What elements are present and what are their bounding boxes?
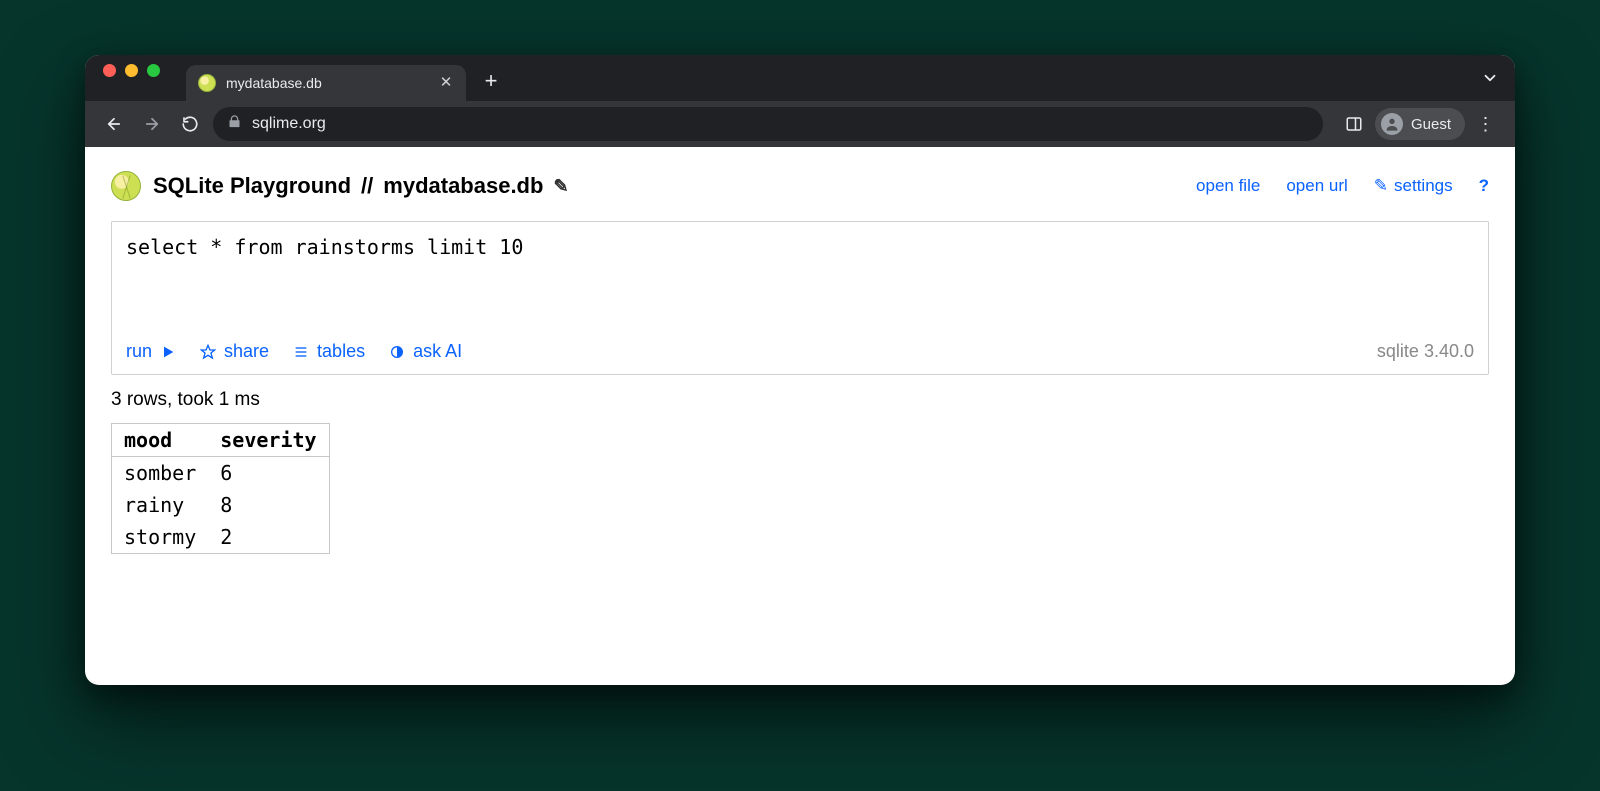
share-button[interactable]: share [200, 341, 269, 362]
window-close-button[interactable] [103, 64, 116, 77]
sqlite-version: sqlite 3.40.0 [1377, 341, 1474, 362]
browser-window: mydatabase.db ✕ + sqlime.or [85, 55, 1515, 685]
editor-actions: run share tables ask AI s [112, 337, 1488, 374]
browser-toolbar: sqlime.org Guest ⋮ [85, 101, 1515, 147]
tab-strip: mydatabase.db ✕ + [85, 55, 1515, 101]
window-zoom-button[interactable] [147, 64, 160, 77]
ask-ai-label: ask AI [413, 341, 462, 362]
arrow-left-icon [105, 115, 123, 133]
table-header-row: mood severity [112, 424, 330, 457]
db-name: mydatabase.db [383, 173, 543, 199]
column-header: severity [208, 424, 329, 457]
star-icon [200, 344, 216, 360]
app-logo-icon [111, 171, 141, 201]
table-cell: 2 [208, 521, 329, 554]
nav-reload-button[interactable] [175, 109, 205, 139]
window-controls [103, 55, 160, 101]
sql-input[interactable] [112, 222, 1488, 332]
sql-editor: run share tables ask AI s [111, 221, 1489, 375]
side-panel-icon [1345, 115, 1363, 133]
chevron-down-icon [1481, 69, 1499, 87]
side-panel-button[interactable] [1339, 109, 1369, 139]
result-status: 3 rows, took 1 ms [111, 389, 1489, 411]
browser-tab[interactable]: mydatabase.db ✕ [186, 65, 466, 101]
profile-guest-button[interactable]: Guest [1375, 108, 1465, 140]
circle-half-icon [389, 344, 405, 360]
nav-back-button[interactable] [99, 109, 129, 139]
settings-label: settings [1394, 176, 1453, 196]
table-row: stormy 2 [112, 521, 330, 554]
help-link[interactable]: ? [1479, 176, 1489, 196]
tabs-dropdown-button[interactable] [1481, 55, 1499, 101]
rename-db-button[interactable]: ✎ [553, 176, 568, 197]
table-cell: stormy [112, 521, 209, 554]
share-label: share [224, 341, 269, 362]
settings-link[interactable]: ✎ settings [1374, 176, 1453, 196]
pencil-icon: ✎ [553, 176, 568, 196]
run-label: run [126, 341, 152, 362]
tab-title: mydatabase.db [226, 75, 428, 91]
table-cell: 6 [208, 457, 329, 490]
title-separator: // [361, 173, 373, 199]
link-icon: ✎ [1374, 176, 1388, 196]
tables-button[interactable]: tables [293, 341, 365, 362]
browser-menu-button[interactable]: ⋮ [1471, 109, 1501, 139]
page-actions: open file open url ✎ settings ? [1196, 176, 1489, 196]
window-minimize-button[interactable] [125, 64, 138, 77]
tab-favicon-icon [198, 74, 216, 92]
list-icon [293, 344, 309, 360]
kebab-icon: ⋮ [1477, 114, 1496, 135]
open-url-link[interactable]: open url [1286, 176, 1347, 196]
run-button[interactable]: run [126, 341, 176, 362]
new-tab-button[interactable]: + [476, 67, 506, 97]
toolbar-right-cluster: Guest ⋮ [1339, 108, 1501, 140]
table-cell: 8 [208, 489, 329, 521]
arrow-right-icon [143, 115, 161, 133]
table-cell: rainy [112, 489, 209, 521]
open-file-link[interactable]: open file [1196, 176, 1260, 196]
ask-ai-button[interactable]: ask AI [389, 341, 462, 362]
avatar-icon [1381, 113, 1403, 135]
table-row: somber 6 [112, 457, 330, 490]
tab-close-button[interactable]: ✕ [438, 75, 454, 91]
profile-label: Guest [1411, 116, 1451, 133]
lock-icon [227, 114, 242, 134]
page-content: SQLite Playground // mydatabase.db ✎ ope… [85, 147, 1515, 584]
page-title: SQLite Playground // mydatabase.db ✎ [153, 173, 569, 199]
page-header: SQLite Playground // mydatabase.db ✎ ope… [111, 171, 1489, 201]
tables-label: tables [317, 341, 365, 362]
address-bar[interactable]: sqlime.org [213, 107, 1323, 141]
app-title: SQLite Playground [153, 173, 351, 199]
table-row: rainy 8 [112, 489, 330, 521]
url-text: sqlime.org [252, 115, 326, 133]
play-icon [160, 344, 176, 360]
nav-forward-button[interactable] [137, 109, 167, 139]
table-cell: somber [112, 457, 209, 490]
column-header: mood [112, 424, 209, 457]
reload-icon [181, 115, 199, 133]
result-table: mood severity somber 6 rainy 8 stormy [111, 423, 330, 554]
